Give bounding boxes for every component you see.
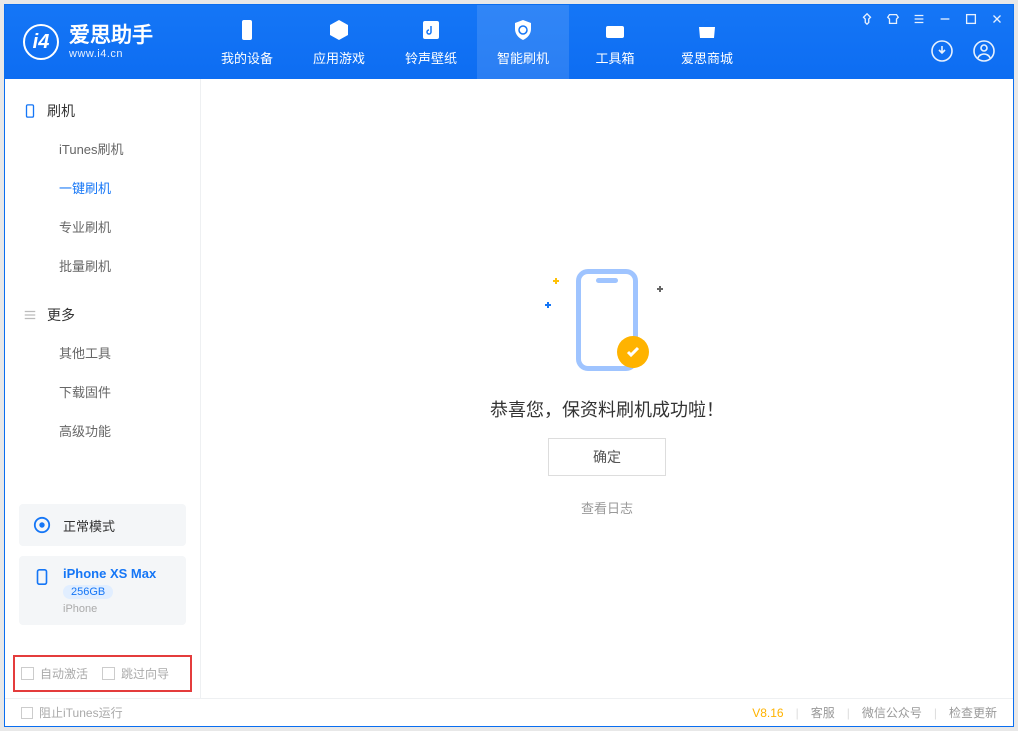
app-subtitle: www.i4.cn <box>69 48 153 60</box>
sparkle-icon <box>545 302 551 308</box>
sidebar-item-batch-flash[interactable]: 批量刷机 <box>5 246 200 285</box>
account-button[interactable] <box>971 38 997 64</box>
download-button[interactable] <box>929 38 955 64</box>
checkbox-auto-activate[interactable]: 自动激活 <box>21 665 88 682</box>
sparkle-icon <box>553 278 559 284</box>
music-icon <box>418 17 444 43</box>
app-logo: i4 爱思助手 www.i4.cn <box>5 5 201 79</box>
checkbox-icon <box>102 667 115 680</box>
checkbox-icon <box>21 707 33 719</box>
nav-tab-apps[interactable]: 应用游戏 <box>293 5 385 79</box>
nav-tab-flash[interactable]: 智能刷机 <box>477 5 569 79</box>
sparkle-icon <box>657 286 663 292</box>
checkbox-skip-guide[interactable]: 跳过向导 <box>102 665 169 682</box>
shield-refresh-icon <box>510 17 536 43</box>
header-actions <box>929 23 1013 79</box>
cube-icon <box>326 17 352 43</box>
device-type: iPhone <box>63 603 156 615</box>
sidebar-group-more: 更多 <box>5 297 200 333</box>
success-illustration <box>547 260 667 380</box>
device-name: iPhone XS Max <box>63 566 156 581</box>
check-update-link[interactable]: 检查更新 <box>949 704 997 721</box>
nav-tab-toolbox[interactable]: 工具箱 <box>569 5 661 79</box>
checkbox-block-itunes[interactable]: 阻止iTunes运行 <box>21 704 123 721</box>
title-bar: i4 爱思助手 www.i4.cn 我的设备 应用游戏 铃声壁纸 智能刷机 <box>5 5 1013 79</box>
pin-icon[interactable] <box>859 11 875 27</box>
phone-small-icon <box>23 104 37 118</box>
sidebar-group-flash: 刷机 <box>5 93 200 129</box>
checkbox-icon <box>21 667 34 680</box>
nav-tab-store[interactable]: 爱思商城 <box>661 5 753 79</box>
device-mode-card[interactable]: 正常模式 <box>19 504 186 546</box>
view-log-link[interactable]: 查看日志 <box>581 498 633 517</box>
nav-tabs: 我的设备 应用游戏 铃声壁纸 智能刷机 工具箱 爱思商城 <box>201 5 929 79</box>
logo-icon: i4 <box>23 24 59 60</box>
success-message: 恭喜您，保资料刷机成功啦！ <box>490 396 724 422</box>
wechat-link[interactable]: 微信公众号 <box>862 704 922 721</box>
confirm-button[interactable]: 确定 <box>548 438 666 476</box>
phone-icon <box>234 17 260 43</box>
phone-outline-icon <box>31 566 53 588</box>
device-info-card[interactable]: iPhone XS Max 256GB iPhone <box>19 556 186 625</box>
sidebar-item-download-firmware[interactable]: 下载固件 <box>5 372 200 411</box>
body: 刷机 iTunes刷机 一键刷机 专业刷机 批量刷机 更多 其他工具 下载固件 … <box>5 79 1013 698</box>
close-button[interactable] <box>989 11 1005 27</box>
check-badge-icon <box>617 336 649 368</box>
sidebar-item-other-tools[interactable]: 其他工具 <box>5 333 200 372</box>
maximize-button[interactable] <box>963 11 979 27</box>
status-bar: 阻止iTunes运行 V8.16 | 客服 | 微信公众号 | 检查更新 <box>5 698 1013 726</box>
nav-tab-device[interactable]: 我的设备 <box>201 5 293 79</box>
app-window: i4 爱思助手 www.i4.cn 我的设备 应用游戏 铃声壁纸 智能刷机 <box>4 4 1014 727</box>
sidebar: 刷机 iTunes刷机 一键刷机 专业刷机 批量刷机 更多 其他工具 下载固件 … <box>5 79 201 698</box>
app-title: 爱思助手 <box>69 24 153 47</box>
version-label: V8.16 <box>752 706 783 720</box>
support-link[interactable]: 客服 <box>811 704 835 721</box>
sidebar-item-pro-flash[interactable]: 专业刷机 <box>5 207 200 246</box>
checkbox-highlight-row: 自动激活 跳过向导 <box>13 655 192 692</box>
device-panel: 正常模式 iPhone XS Max 256GB iPhone <box>5 504 200 655</box>
window-controls <box>859 11 1005 27</box>
sidebar-item-advanced[interactable]: 高级功能 <box>5 411 200 450</box>
main-panel: 恭喜您，保资料刷机成功啦！ 确定 查看日志 <box>201 79 1013 698</box>
store-icon <box>694 17 720 43</box>
sidebar-item-oneclick-flash[interactable]: 一键刷机 <box>5 168 200 207</box>
nav-tab-ringtones[interactable]: 铃声壁纸 <box>385 5 477 79</box>
hamburger-icon <box>23 308 37 322</box>
sync-icon <box>31 514 53 536</box>
sidebar-item-itunes-flash[interactable]: iTunes刷机 <box>5 129 200 168</box>
minimize-button[interactable] <box>937 11 953 27</box>
skin-icon[interactable] <box>885 11 901 27</box>
device-storage: 256GB <box>63 585 113 599</box>
toolbox-icon <box>602 17 628 43</box>
menu-icon[interactable] <box>911 11 927 27</box>
